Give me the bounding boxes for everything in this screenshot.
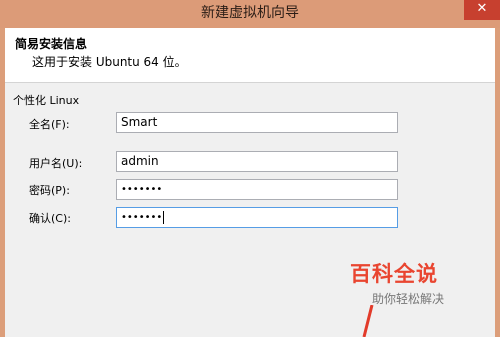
confirm-password-value: •••••••	[121, 212, 163, 223]
close-icon: ✕	[476, 1, 488, 16]
password-label: 密码(P):	[29, 184, 70, 197]
wizard-header: 简易安装信息 这用于安装 Ubuntu 64 位。	[5, 28, 495, 83]
watermark-brand: 百科全说	[350, 262, 438, 286]
red-arrow-stroke-icon	[362, 305, 374, 337]
confirm-label: 确认(C):	[29, 212, 71, 225]
password-field[interactable]: •••••••	[116, 179, 398, 200]
page-title: 简易安装信息	[15, 37, 88, 51]
fullname-label: 全名(F):	[29, 118, 70, 131]
username-field[interactable]: admin	[116, 151, 398, 172]
wizard-window: 新建虚拟机向导 ✕ 简易安装信息 这用于安装 Ubuntu 64 位。 个性化 …	[0, 0, 500, 337]
page-subtitle: 这用于安装 Ubuntu 64 位。	[32, 55, 187, 69]
window-title: 新建虚拟机向导	[201, 5, 299, 21]
personalize-linux-group-label: 个性化 Linux	[13, 94, 80, 107]
title-bar[interactable]: 新建虚拟机向导 ✕	[0, 0, 500, 28]
username-label: 用户名(U):	[29, 157, 83, 170]
fullname-field[interactable]: Smart	[116, 112, 398, 133]
watermark-slogan: 助你轻松解决	[372, 292, 445, 306]
confirm-password-field[interactable]: •••••••	[116, 207, 398, 228]
close-button[interactable]: ✕	[464, 0, 500, 20]
text-caret	[163, 210, 165, 224]
